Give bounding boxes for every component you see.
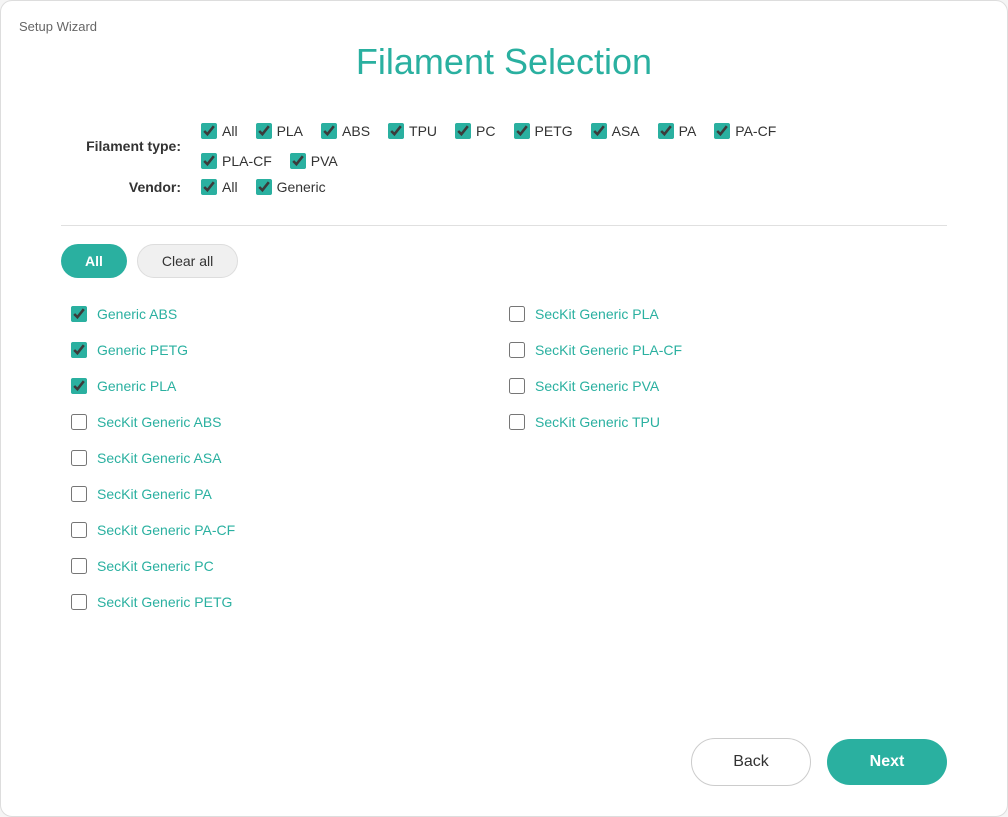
filament-list-right: SecKit Generic PLASecKit Generic PLA-CFS… bbox=[509, 296, 947, 620]
back-button[interactable]: Back bbox=[691, 738, 811, 786]
filament-type-pva[interactable]: PVA bbox=[290, 153, 338, 169]
filament-type-row: Filament type: All PLA ABS TPU PC PETG ASA PA PA… bbox=[61, 123, 947, 169]
vendor-label: Vendor: bbox=[61, 179, 201, 195]
main-content: Filament Selection Filament type: All PLA… bbox=[1, 1, 1007, 718]
filament-list-left: Generic ABSGeneric PETGGeneric PLASecKit… bbox=[71, 296, 509, 620]
filament-checkbox-generic-pla[interactable] bbox=[71, 378, 87, 394]
filament-checkbox-seckit-generic-pc[interactable] bbox=[71, 558, 87, 574]
filament-checkbox-seckit-generic-abs[interactable] bbox=[71, 414, 87, 430]
filament-type-all-checkbox[interactable] bbox=[201, 179, 217, 195]
filament-type-pla-checkbox[interactable] bbox=[256, 123, 272, 139]
filament-item-seckit-generic-petg[interactable]: SecKit Generic PETG bbox=[71, 584, 509, 620]
next-button[interactable]: Next bbox=[827, 739, 947, 785]
filament-type-generic[interactable]: Generic bbox=[256, 179, 326, 195]
filament-checkbox-generic-petg[interactable] bbox=[71, 342, 87, 358]
filament-checkbox-seckit-generic-pa[interactable] bbox=[71, 486, 87, 502]
filament-item-seckit-generic-pva[interactable]: SecKit Generic PVA bbox=[509, 368, 947, 404]
filament-item-seckit-generic-abs[interactable]: SecKit Generic ABS bbox=[71, 404, 509, 440]
filament-type-asa[interactable]: ASA bbox=[591, 123, 640, 139]
filter-section: Filament type: All PLA ABS TPU PC PETG ASA PA PA… bbox=[61, 123, 947, 195]
filament-checkbox-seckit-generic-pa-cf[interactable] bbox=[71, 522, 87, 538]
filament-item-generic-pla[interactable]: Generic PLA bbox=[71, 368, 509, 404]
filament-type-all[interactable]: All bbox=[201, 123, 238, 139]
all-button[interactable]: All bbox=[61, 244, 127, 278]
filament-list: Generic ABSGeneric PETGGeneric PLASecKit… bbox=[71, 296, 947, 620]
action-buttons: All Clear all bbox=[61, 244, 947, 278]
filament-type-abs-checkbox[interactable] bbox=[321, 123, 337, 139]
filament-item-seckit-generic-pla-cf[interactable]: SecKit Generic PLA-CF bbox=[509, 332, 947, 368]
filament-type-tpu-checkbox[interactable] bbox=[388, 123, 404, 139]
filament-item-seckit-generic-asa[interactable]: SecKit Generic ASA bbox=[71, 440, 509, 476]
vendor-row: Vendor: All Generic bbox=[61, 179, 947, 195]
filament-item-generic-petg[interactable]: Generic PETG bbox=[71, 332, 509, 368]
filament-type-generic-checkbox[interactable] bbox=[256, 179, 272, 195]
filament-type-all-checkbox[interactable] bbox=[201, 123, 217, 139]
clear-all-button[interactable]: Clear all bbox=[137, 244, 238, 278]
filament-checkbox-seckit-generic-tpu[interactable] bbox=[509, 414, 525, 430]
main-window: Setup Wizard Filament Selection Filament… bbox=[0, 0, 1008, 817]
filament-checkbox-generic-abs[interactable] bbox=[71, 306, 87, 322]
filament-type-pa-checkbox[interactable] bbox=[658, 123, 674, 139]
filament-type-pva-checkbox[interactable] bbox=[290, 153, 306, 169]
filament-type-pla-cf[interactable]: PLA-CF bbox=[201, 153, 272, 169]
filament-item-seckit-generic-pa[interactable]: SecKit Generic PA bbox=[71, 476, 509, 512]
filament-type-abs[interactable]: ABS bbox=[321, 123, 370, 139]
filament-type-pa-cf-checkbox[interactable] bbox=[714, 123, 730, 139]
filament-type-pa[interactable]: PA bbox=[658, 123, 697, 139]
filament-item-seckit-generic-tpu[interactable]: SecKit Generic TPU bbox=[509, 404, 947, 440]
filament-item-generic-abs[interactable]: Generic ABS bbox=[71, 296, 509, 332]
filament-checkbox-seckit-generic-pla-cf[interactable] bbox=[509, 342, 525, 358]
filament-checkbox-seckit-generic-pla[interactable] bbox=[509, 306, 525, 322]
vendor-options: All Generic bbox=[201, 179, 326, 195]
filament-checkbox-seckit-generic-asa[interactable] bbox=[71, 450, 87, 466]
filament-type-tpu[interactable]: TPU bbox=[388, 123, 437, 139]
filament-type-pla-cf-checkbox[interactable] bbox=[201, 153, 217, 169]
filament-item-seckit-generic-pa-cf[interactable]: SecKit Generic PA-CF bbox=[71, 512, 509, 548]
filament-type-petg-checkbox[interactable] bbox=[514, 123, 530, 139]
filament-type-asa-checkbox[interactable] bbox=[591, 123, 607, 139]
filament-checkbox-seckit-generic-pva[interactable] bbox=[509, 378, 525, 394]
filament-type-pc-checkbox[interactable] bbox=[455, 123, 471, 139]
filament-type-pc[interactable]: PC bbox=[455, 123, 495, 139]
filament-type-options: All PLA ABS TPU PC PETG ASA PA PA-CF PLA-CF PVA bbox=[201, 123, 931, 169]
section-divider bbox=[61, 225, 947, 226]
filament-type-pa-cf[interactable]: PA-CF bbox=[714, 123, 776, 139]
filament-item-seckit-generic-pc[interactable]: SecKit Generic PC bbox=[71, 548, 509, 584]
filament-checkbox-seckit-generic-petg[interactable] bbox=[71, 594, 87, 610]
footer: Back Next bbox=[1, 718, 1007, 816]
setup-wizard-label: Setup Wizard bbox=[19, 19, 97, 34]
filament-type-label: Filament type: bbox=[61, 138, 201, 154]
filament-type-petg[interactable]: PETG bbox=[514, 123, 573, 139]
filament-item-seckit-generic-pla[interactable]: SecKit Generic PLA bbox=[509, 296, 947, 332]
filament-type-all[interactable]: All bbox=[201, 179, 238, 195]
filament-type-pla[interactable]: PLA bbox=[256, 123, 303, 139]
page-title: Filament Selection bbox=[61, 41, 947, 83]
